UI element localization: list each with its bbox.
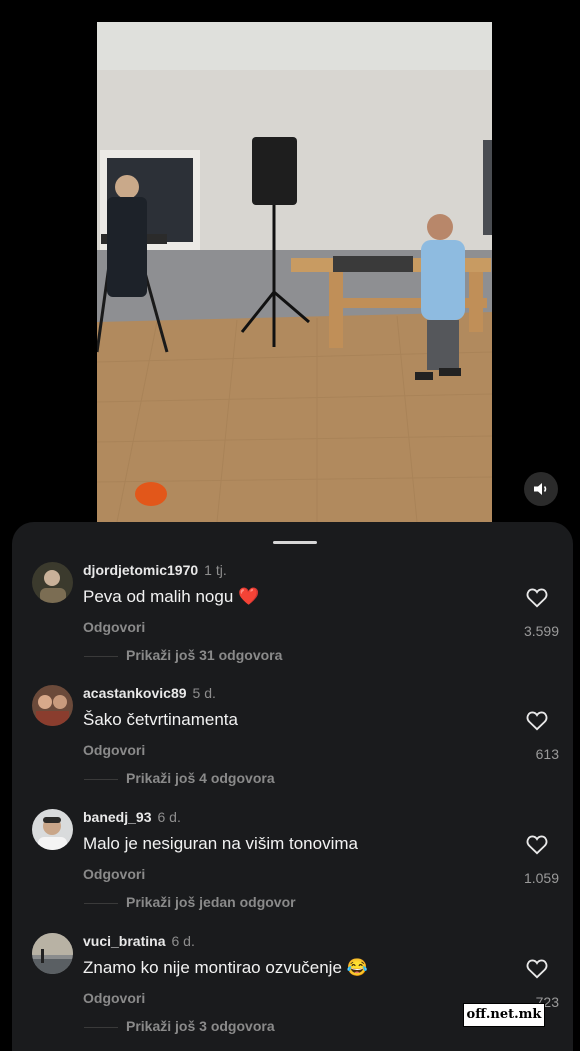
comment-text: Malo je nesiguran na višim tonovima	[83, 834, 358, 853]
drag-handle[interactable]	[273, 541, 317, 544]
comment-time: 6 d.	[171, 933, 195, 949]
comment-text: Znamo ko nije montirao ozvučenje 😂	[83, 958, 368, 977]
comment-username[interactable]: djordjetomic1970 1 tj.	[83, 562, 227, 578]
video-player[interactable]	[97, 22, 492, 522]
mute-toggle-button[interactable]	[524, 472, 558, 506]
divider	[84, 779, 118, 780]
avatar[interactable]	[32, 685, 73, 726]
comment-item: djordjetomic1970 1 tj. Peva od malih nogu…	[12, 562, 573, 682]
video-frame	[97, 22, 492, 522]
comment-item: acastankovic89 5 d. Šako četvrtinamenta O…	[12, 685, 573, 805]
show-more-replies-button[interactable]: Prikaži još jedan odgovor	[126, 894, 296, 910]
comment-text: Peva od malih nogu ❤️	[83, 587, 260, 606]
like-count: 613	[535, 746, 559, 762]
reply-button[interactable]: Odgovori	[83, 742, 145, 758]
comment-time: 1 tj.	[204, 562, 227, 578]
speaker-icon	[534, 483, 547, 495]
watermark: off.net.mk	[463, 1003, 545, 1027]
comment-time: 6 d.	[157, 809, 181, 825]
comment-username[interactable]: vuci_bratina 6 d.	[83, 933, 195, 949]
heart-emoji: ❤️	[238, 587, 260, 606]
like-heart-icon[interactable]	[526, 959, 548, 979]
avatar[interactable]	[32, 933, 73, 974]
divider	[84, 656, 118, 657]
avatar[interactable]	[32, 809, 73, 850]
comment-time: 5 d.	[192, 685, 216, 701]
comment-username[interactable]: banedj_93 6 d.	[83, 809, 181, 825]
comment-item: vuci_bratina 6 d. Znamo ko nije montirao …	[12, 933, 573, 1051]
show-more-replies-button[interactable]: Prikaži još 31 odgovora	[126, 647, 282, 663]
comment-text: Šako četvrtinamenta	[83, 710, 238, 729]
reply-button[interactable]: Odgovori	[83, 990, 145, 1006]
like-heart-icon[interactable]	[526, 835, 548, 855]
like-count: 3.599	[523, 623, 559, 639]
show-more-replies-button[interactable]: Prikaži još 4 odgovora	[126, 770, 275, 786]
comment-username[interactable]: acastankovic89 5 d.	[83, 685, 216, 701]
like-count: 1.059	[523, 870, 559, 886]
like-heart-icon[interactable]	[526, 711, 548, 731]
reply-button[interactable]: Odgovori	[83, 866, 145, 882]
like-heart-icon[interactable]	[526, 588, 548, 608]
divider	[84, 1027, 118, 1028]
avatar[interactable]	[32, 562, 73, 603]
laughing-emoji: 😂	[346, 958, 368, 977]
comments-panel[interactable]: djordjetomic1970 1 tj. Peva od malih nogu…	[12, 522, 573, 1051]
divider	[84, 903, 118, 904]
show-more-replies-button[interactable]: Prikaži još 3 odgovora	[126, 1018, 275, 1034]
comment-item: banedj_93 6 d. Malo je nesiguran na višim…	[12, 809, 573, 929]
reply-button[interactable]: Odgovori	[83, 619, 145, 635]
